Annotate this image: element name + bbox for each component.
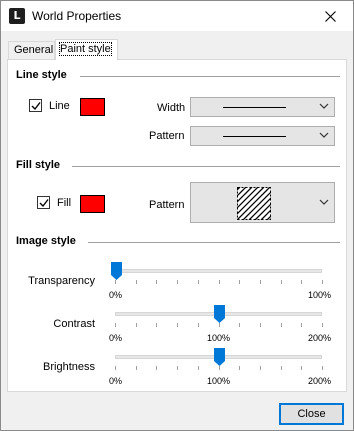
brightness-slider-thumb[interactable] bbox=[214, 348, 225, 366]
brightness-mid-label: 100% bbox=[207, 376, 231, 386]
slider-tick bbox=[198, 280, 199, 284]
slider-tick bbox=[260, 323, 261, 327]
slider-tick bbox=[136, 280, 137, 284]
slider-tick bbox=[136, 323, 137, 327]
checkmark-icon bbox=[31, 102, 41, 111]
fill-checkbox-row[interactable]: Fill bbox=[37, 196, 71, 209]
transparency-min-label: 0% bbox=[109, 290, 123, 300]
slider-tick bbox=[177, 323, 178, 327]
slider-tick bbox=[281, 366, 282, 370]
title-bar: L World Properties bbox=[1, 1, 353, 31]
slider-tick bbox=[177, 366, 178, 370]
tab-general-label: General bbox=[14, 44, 54, 56]
slider-tick bbox=[156, 323, 157, 327]
slider-tick bbox=[301, 323, 302, 327]
window-title: World Properties bbox=[32, 9, 122, 23]
line-width-preview bbox=[223, 107, 286, 108]
line-checkbox-label: Line bbox=[49, 99, 70, 112]
transparency-max-label: 100% bbox=[308, 290, 332, 300]
tab-paint-style[interactable]: Paint style bbox=[55, 39, 118, 60]
chevron-down-icon bbox=[319, 132, 329, 138]
line-checkbox[interactable] bbox=[29, 99, 42, 112]
paint-style-panel: Line style Line Width Pattern Fill style… bbox=[7, 59, 347, 392]
fill-pattern-label: Pattern bbox=[149, 199, 185, 211]
slider-tick bbox=[322, 323, 323, 327]
slider-tick bbox=[301, 366, 302, 370]
line-checkbox-row[interactable]: Line bbox=[29, 99, 70, 112]
slider-tick bbox=[136, 366, 137, 370]
transparency-label: Transparency bbox=[28, 275, 95, 287]
slider-tick bbox=[156, 280, 157, 284]
slider-tick bbox=[322, 280, 323, 284]
slider-tick bbox=[115, 366, 116, 370]
image-style-heading: Image style bbox=[16, 235, 76, 247]
slider-tick bbox=[115, 323, 116, 327]
checkmark-icon bbox=[39, 199, 49, 208]
contrast-label: Contrast bbox=[53, 318, 95, 330]
slider-tick bbox=[198, 323, 199, 327]
contrast-max-label: 200% bbox=[308, 333, 332, 343]
fill-color-swatch[interactable] bbox=[80, 195, 105, 213]
brightness-min-label: 0% bbox=[109, 376, 123, 386]
fill-checkbox-label: Fill bbox=[57, 196, 72, 209]
line-width-dropdown[interactable] bbox=[190, 97, 335, 117]
slider-tick bbox=[198, 366, 199, 370]
slider-tick bbox=[219, 280, 220, 284]
transparency-slider-thumb[interactable] bbox=[110, 262, 122, 280]
hatch-pattern-icon bbox=[237, 187, 271, 220]
slider-tick bbox=[239, 280, 240, 284]
line-pattern-label: Pattern bbox=[149, 130, 185, 142]
slider-tick bbox=[115, 280, 116, 284]
fill-style-divider bbox=[72, 166, 340, 167]
close-icon bbox=[324, 11, 336, 22]
slider-tick bbox=[239, 323, 240, 327]
fill-pattern-dropdown[interactable] bbox=[190, 182, 335, 223]
contrast-slider-thumb[interactable] bbox=[214, 305, 225, 323]
slider-tick bbox=[281, 280, 282, 284]
contrast-min-label: 0% bbox=[109, 333, 123, 343]
slider-tick bbox=[322, 366, 323, 370]
close-button[interactable]: Close bbox=[279, 403, 344, 425]
brightness-label: Brightness bbox=[43, 361, 95, 373]
slider-tick bbox=[301, 280, 302, 284]
tab-paint-style-label: Paint style bbox=[59, 42, 112, 56]
slider-tick bbox=[219, 323, 220, 327]
world-properties-dialog: L World Properties General Paint style L… bbox=[0, 0, 354, 431]
chevron-down-icon bbox=[319, 103, 329, 109]
line-pattern-preview bbox=[223, 136, 286, 137]
line-style-heading: Line style bbox=[16, 69, 67, 81]
slider-tick bbox=[260, 366, 261, 370]
contrast-mid-label: 100% bbox=[207, 333, 231, 343]
transparency-track[interactable] bbox=[115, 269, 322, 273]
slider-tick bbox=[219, 366, 220, 370]
slider-tick bbox=[281, 323, 282, 327]
line-pattern-dropdown[interactable] bbox=[190, 126, 335, 146]
line-style-divider bbox=[80, 76, 340, 77]
chevron-down-icon bbox=[319, 199, 329, 205]
fill-checkbox[interactable] bbox=[37, 196, 50, 209]
slider-tick bbox=[156, 366, 157, 370]
slider-tick bbox=[260, 280, 261, 284]
line-color-swatch[interactable] bbox=[80, 98, 105, 116]
brightness-max-label: 200% bbox=[308, 376, 332, 386]
slider-tick bbox=[239, 366, 240, 370]
app-icon: L bbox=[9, 8, 25, 24]
fill-style-heading: Fill style bbox=[16, 159, 61, 171]
slider-tick bbox=[177, 280, 178, 284]
tab-general[interactable]: General bbox=[8, 41, 55, 60]
window-close-button[interactable] bbox=[307, 1, 353, 31]
line-width-label: Width bbox=[157, 102, 186, 114]
image-style-divider bbox=[88, 242, 340, 243]
